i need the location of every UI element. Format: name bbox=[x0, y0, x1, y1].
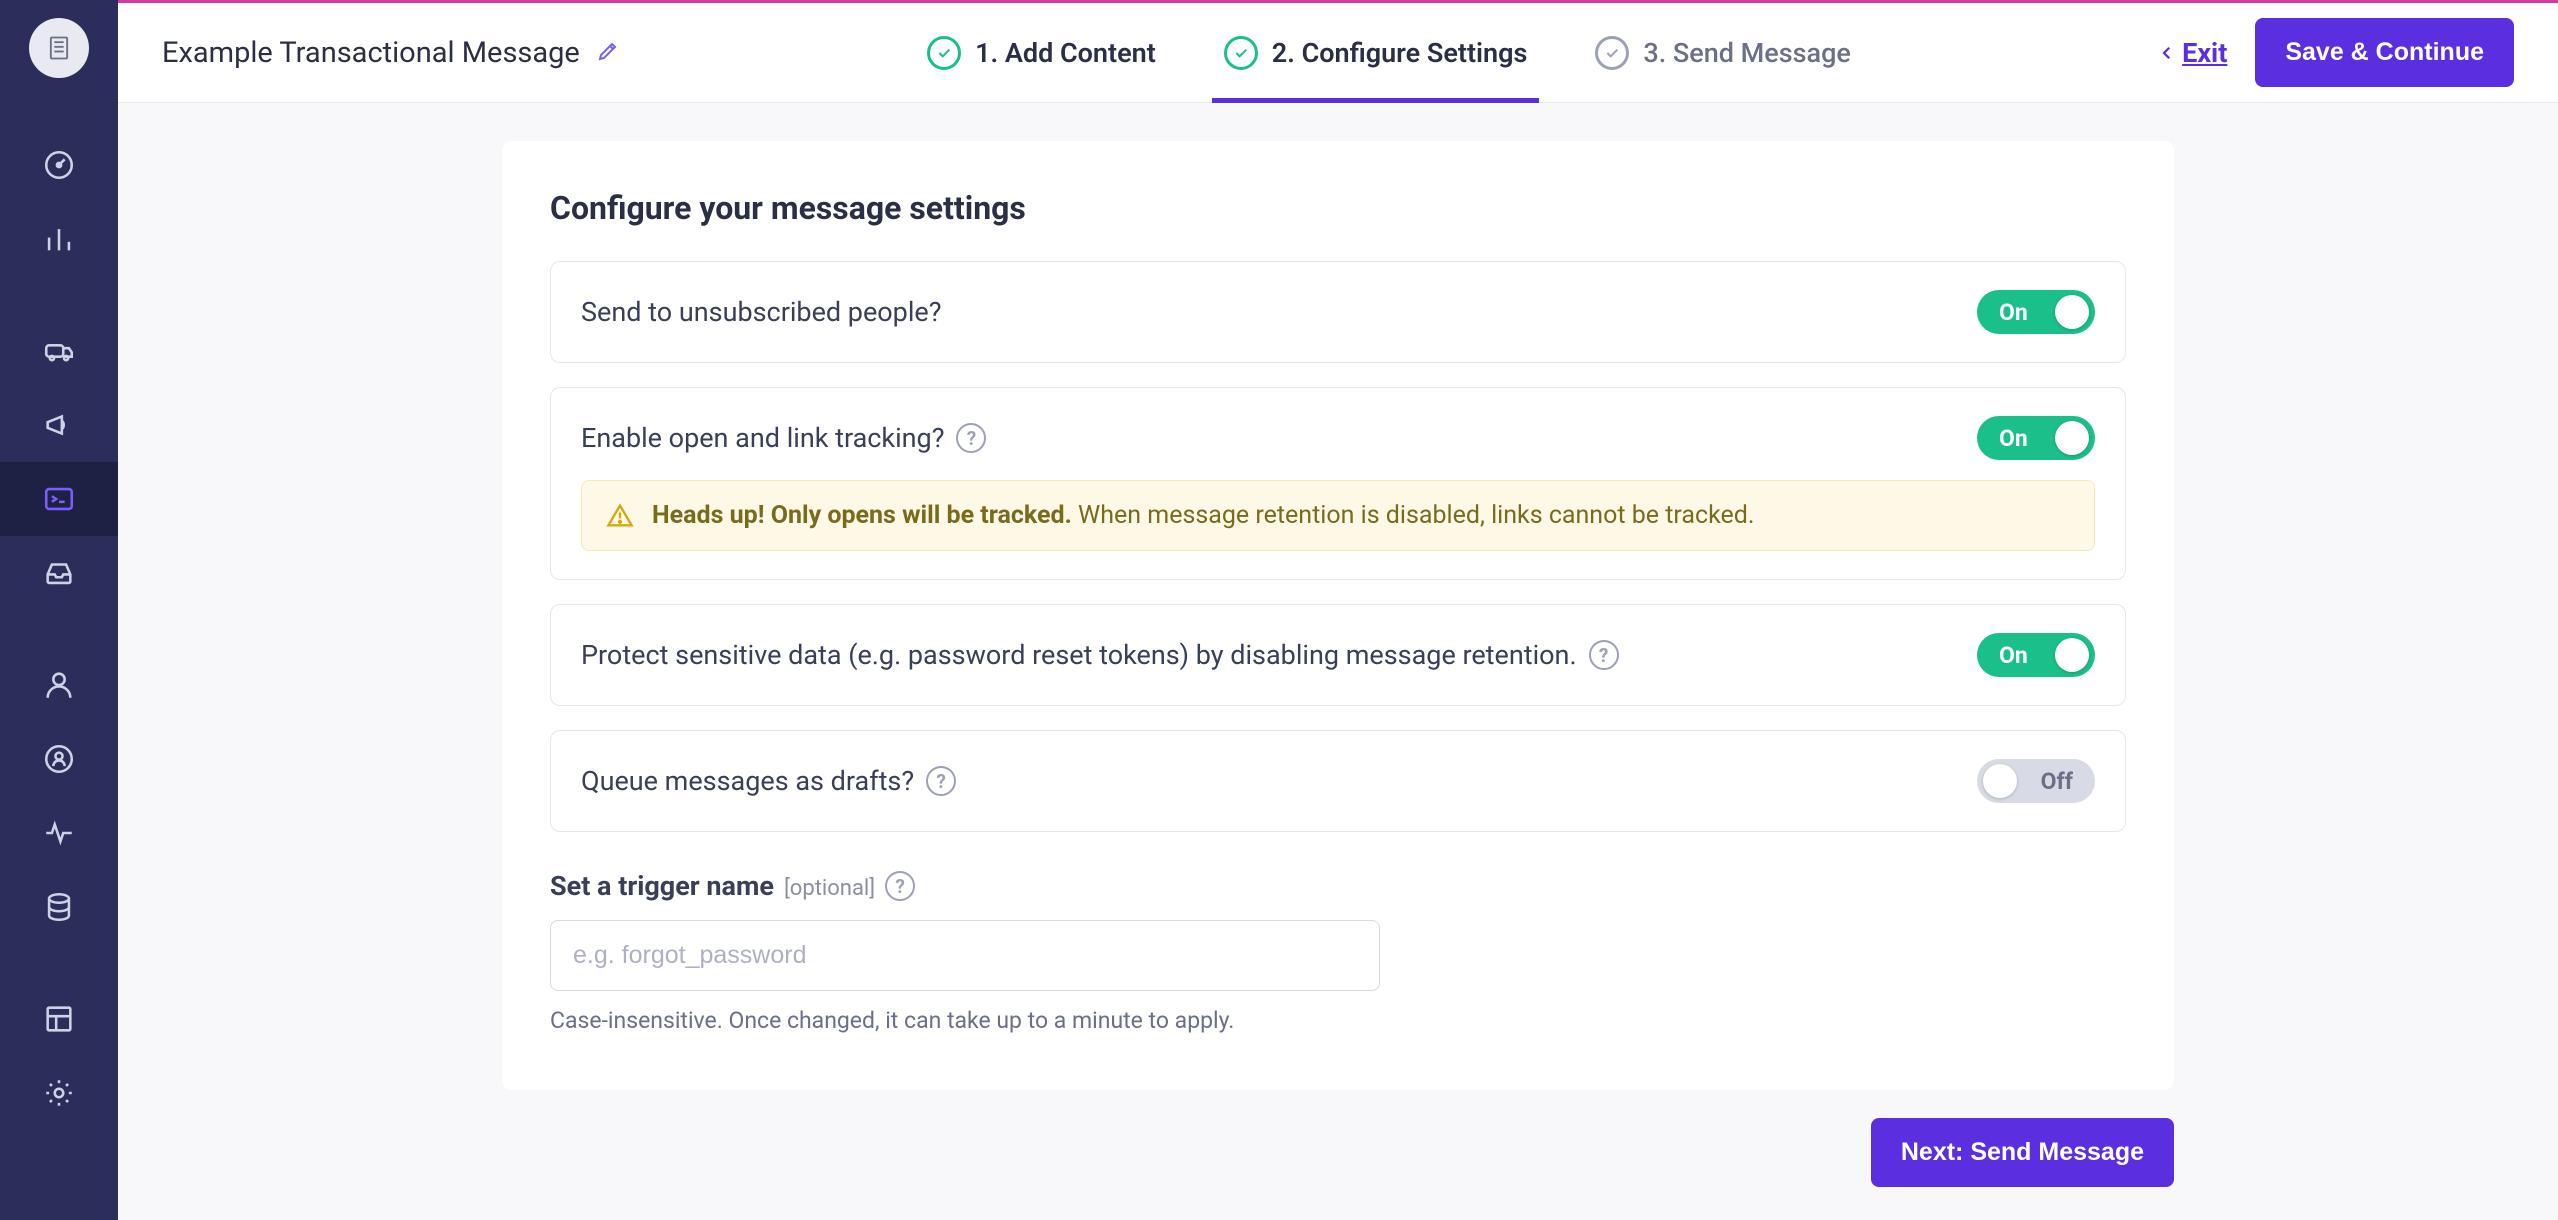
alert-bold-text: Heads up! Only opens will be tracked. bbox=[652, 501, 1072, 530]
toggle-queue-drafts[interactable]: Off bbox=[1977, 759, 2095, 803]
layout-icon bbox=[42, 1002, 76, 1036]
setting-label: Send to unsubscribed people? bbox=[581, 296, 942, 328]
setting-protect-data: Protect sensitive data (e.g. password re… bbox=[550, 604, 2126, 706]
edit-title-button[interactable] bbox=[596, 39, 620, 67]
exit-label: Exit bbox=[2182, 37, 2227, 69]
toggle-knob bbox=[2055, 421, 2089, 455]
page-title: Example Transactional Message bbox=[162, 36, 580, 70]
trigger-helper-text: Case-insensitive. Once changed, it can t… bbox=[550, 1007, 2126, 1034]
check-circle-icon bbox=[1224, 36, 1258, 70]
pulse-icon bbox=[42, 816, 76, 850]
alert-text: When message retention is disabled, link… bbox=[1072, 501, 1755, 530]
nav-broadcasts[interactable] bbox=[0, 388, 118, 462]
setting-label: Queue messages as drafts? bbox=[581, 765, 914, 797]
optional-tag: [optional] bbox=[784, 876, 875, 901]
tracking-alert: Heads up! Only opens will be tracked. Wh… bbox=[581, 480, 2095, 551]
trigger-name-section: Set a trigger name [optional] ? Case-ins… bbox=[550, 870, 2126, 1034]
toggle-protect-data[interactable]: On bbox=[1977, 633, 2095, 677]
nav-data[interactable] bbox=[0, 870, 118, 944]
check-circle-icon bbox=[927, 36, 961, 70]
topbar: Example Transactional Message 1. Add Con… bbox=[118, 0, 2558, 103]
nav-content[interactable] bbox=[0, 982, 118, 1056]
workspace-avatar[interactable] bbox=[29, 18, 89, 78]
toggle-knob bbox=[2055, 638, 2089, 672]
warning-icon bbox=[606, 502, 634, 530]
step-add-content[interactable]: 1. Add Content bbox=[927, 3, 1156, 102]
check-circle-icon bbox=[1595, 36, 1629, 70]
step-configure-settings[interactable]: 2. Configure Settings bbox=[1224, 3, 1528, 102]
next-send-message-button[interactable]: Next: Send Message bbox=[1871, 1118, 2174, 1187]
toggle-knob bbox=[2055, 295, 2089, 329]
database-icon bbox=[42, 890, 76, 924]
help-icon[interactable]: ? bbox=[885, 871, 915, 901]
help-icon[interactable]: ? bbox=[956, 423, 986, 453]
setting-label: Enable open and link tracking? bbox=[581, 422, 944, 454]
nav-transactional[interactable] bbox=[0, 462, 118, 536]
card-title: Configure your message settings bbox=[550, 189, 2126, 227]
setting-label: Protect sensitive data (e.g. password re… bbox=[581, 639, 1577, 671]
nav-settings[interactable] bbox=[0, 1056, 118, 1130]
nav-deliveries[interactable] bbox=[0, 536, 118, 610]
toggle-state-label: On bbox=[1999, 299, 2028, 326]
gauge-icon bbox=[42, 148, 76, 182]
step-label: 2. Configure Settings bbox=[1272, 37, 1528, 69]
help-icon[interactable]: ? bbox=[1589, 640, 1619, 670]
bar-chart-icon bbox=[42, 222, 76, 256]
nav-journeys[interactable] bbox=[0, 314, 118, 388]
nav-activity[interactable] bbox=[0, 796, 118, 870]
trigger-name-input[interactable] bbox=[550, 920, 1380, 991]
megaphone-icon bbox=[42, 408, 76, 442]
nav-analytics[interactable] bbox=[0, 202, 118, 276]
save-continue-button[interactable]: Save & Continue bbox=[2255, 18, 2514, 87]
toggle-state-label: On bbox=[1999, 425, 2028, 452]
toggle-state-label: Off bbox=[2041, 768, 2073, 795]
truck-icon bbox=[42, 334, 76, 368]
setting-send-unsubscribed: Send to unsubscribed people? On bbox=[550, 261, 2126, 363]
person-icon bbox=[42, 668, 76, 702]
toggle-state-label: On bbox=[1999, 642, 2028, 669]
inbox-icon bbox=[42, 556, 76, 590]
toggle-tracking[interactable]: On bbox=[1977, 416, 2095, 460]
step-send-message[interactable]: 3. Send Message bbox=[1595, 3, 1851, 102]
nav-people[interactable] bbox=[0, 648, 118, 722]
pencil-icon bbox=[596, 39, 620, 63]
trigger-title: Set a trigger name bbox=[550, 870, 774, 902]
step-label: 1. Add Content bbox=[975, 37, 1156, 69]
settings-card: Configure your message settings Send to … bbox=[502, 141, 2174, 1090]
sidebar bbox=[0, 0, 118, 1220]
nav-segments[interactable] bbox=[0, 722, 118, 796]
target-person-icon bbox=[42, 742, 76, 776]
setting-queue-drafts: Queue messages as drafts? ? Off bbox=[550, 730, 2126, 832]
setting-tracking: Enable open and link tracking? ? On Head… bbox=[550, 387, 2126, 580]
nav-dashboard[interactable] bbox=[0, 128, 118, 202]
chevron-left-icon bbox=[2158, 44, 2176, 62]
gear-icon bbox=[42, 1076, 76, 1110]
help-icon[interactable]: ? bbox=[926, 766, 956, 796]
terminal-icon bbox=[42, 482, 76, 516]
exit-link[interactable]: Exit bbox=[2158, 37, 2227, 69]
toggle-knob bbox=[1983, 764, 2017, 798]
toggle-send-unsubscribed[interactable]: On bbox=[1977, 290, 2095, 334]
building-icon bbox=[45, 34, 73, 62]
step-label: 3. Send Message bbox=[1643, 37, 1851, 69]
